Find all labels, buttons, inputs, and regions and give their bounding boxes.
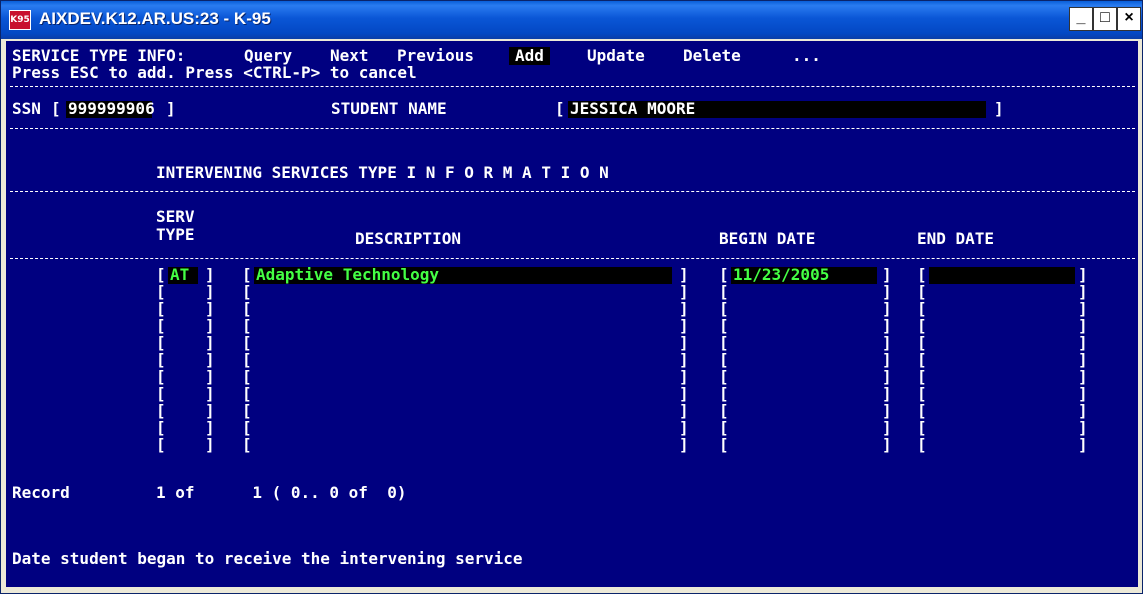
end-date-field[interactable] bbox=[929, 301, 1075, 318]
begin-date-field[interactable] bbox=[731, 284, 877, 301]
student-name-field[interactable]: JESSICA MOORE bbox=[568, 99, 986, 118]
end-date-field[interactable] bbox=[929, 386, 1075, 403]
menu-item-add[interactable]: Add bbox=[509, 47, 550, 65]
serv-type-field[interactable] bbox=[168, 352, 198, 369]
terminal-screen[interactable]: SERVICE TYPE INFO: Query Next Previous A… bbox=[6, 41, 1138, 587]
end-date-field[interactable] bbox=[929, 420, 1075, 437]
app-icon-label: K95 bbox=[10, 15, 30, 25]
serv-type-field[interactable] bbox=[168, 369, 198, 386]
description-field[interactable] bbox=[254, 369, 672, 386]
description-field[interactable] bbox=[254, 318, 672, 335]
description-field[interactable] bbox=[254, 301, 672, 318]
minimize-button[interactable]: _ bbox=[1069, 7, 1093, 31]
name-close-bracket: ] bbox=[994, 99, 1004, 118]
end-date-open-bracket: [ bbox=[917, 435, 927, 454]
description-field[interactable] bbox=[254, 335, 672, 352]
begin-date-field[interactable] bbox=[731, 352, 877, 369]
end-date-field[interactable] bbox=[929, 403, 1075, 420]
serv-type-close-bracket: ] bbox=[205, 435, 215, 454]
col-header-serv: SERV bbox=[156, 207, 195, 226]
end-date-field[interactable] bbox=[929, 284, 1075, 301]
begin-date-field[interactable]: 11/23/2005 bbox=[731, 265, 877, 284]
serv-type-field[interactable] bbox=[168, 437, 198, 454]
serv-type-field[interactable]: AT bbox=[168, 265, 198, 284]
separator-line bbox=[10, 258, 1135, 259]
end-date-field[interactable] bbox=[929, 335, 1075, 352]
menu-hint: Press ESC to add. Press <CTRL-P> to canc… bbox=[12, 63, 417, 82]
serv-type-field[interactable] bbox=[168, 420, 198, 437]
menu-item-more[interactable]: ... bbox=[792, 47, 821, 65]
title-bar[interactable]: K95 AIXDEV.K12.AR.US:23 - K-95 _ □ × bbox=[1, 1, 1142, 39]
section-title: INTERVENING SERVICES TYPE I N F O R M A … bbox=[156, 163, 609, 182]
begin-date-field[interactable] bbox=[731, 318, 877, 335]
name-open-bracket: [ bbox=[555, 99, 565, 118]
end-date-close-bracket: ] bbox=[1078, 435, 1088, 454]
col-header-end-date: END DATE bbox=[917, 229, 995, 248]
begin-date-field[interactable] bbox=[731, 386, 877, 403]
record-label: Record bbox=[12, 483, 70, 502]
menu-item-update[interactable]: Update bbox=[587, 47, 645, 65]
maximize-button[interactable]: □ bbox=[1093, 7, 1117, 31]
serv-type-field[interactable] bbox=[168, 301, 198, 318]
col-header-begin-date: BEGIN DATE bbox=[719, 229, 816, 248]
description-value: Adaptive Technology bbox=[256, 265, 440, 284]
begin-date-field[interactable] bbox=[731, 437, 877, 454]
begin-date-value: 11/23/2005 bbox=[733, 265, 830, 284]
description-field[interactable]: Adaptive Technology bbox=[254, 265, 672, 284]
k95-app-icon[interactable]: K95 bbox=[9, 10, 31, 30]
ssn-open-bracket: [ bbox=[51, 99, 61, 118]
end-date-field[interactable] bbox=[929, 369, 1075, 386]
description-field[interactable] bbox=[254, 420, 672, 437]
ssn-label: SSN bbox=[12, 99, 41, 118]
separator-line bbox=[10, 191, 1135, 192]
serv-type-field[interactable] bbox=[168, 284, 198, 301]
ssn-close-bracket: ] bbox=[166, 99, 176, 118]
ssn-field[interactable]: 999999906 bbox=[66, 99, 155, 118]
col-header-type: TYPE bbox=[156, 225, 195, 244]
description-field[interactable] bbox=[254, 437, 672, 454]
window-title: AIXDEV.K12.AR.US:23 - K-95 bbox=[39, 9, 271, 28]
status-message: Date student began to receive the interv… bbox=[12, 549, 523, 568]
serv-type-field[interactable] bbox=[168, 335, 198, 352]
close-button[interactable]: × bbox=[1117, 7, 1141, 31]
separator-line bbox=[10, 86, 1135, 87]
description-close-bracket: ] bbox=[679, 435, 689, 454]
begin-date-field[interactable] bbox=[731, 301, 877, 318]
ssn-value: 999999906 bbox=[68, 99, 155, 118]
record-count: 1 of 1 ( 0.. 0 of 0) bbox=[156, 483, 407, 502]
begin-date-field[interactable] bbox=[731, 335, 877, 352]
begin-date-field[interactable] bbox=[731, 420, 877, 437]
serv-type-field[interactable] bbox=[168, 318, 198, 335]
description-open-bracket: [ bbox=[242, 435, 252, 454]
col-header-description: DESCRIPTION bbox=[355, 229, 461, 248]
description-field[interactable] bbox=[254, 403, 672, 420]
student-name-label: STUDENT NAME bbox=[331, 99, 447, 118]
description-field[interactable] bbox=[254, 352, 672, 369]
begin-date-field[interactable] bbox=[731, 403, 877, 420]
separator-line bbox=[10, 128, 1135, 129]
serv-type-value: AT bbox=[170, 265, 190, 284]
terminal-window: K95 AIXDEV.K12.AR.US:23 - K-95 _ □ × SER… bbox=[0, 0, 1143, 594]
serv-type-field[interactable] bbox=[168, 386, 198, 403]
description-field[interactable] bbox=[254, 284, 672, 301]
begin-date-open-bracket: [ bbox=[719, 435, 729, 454]
end-date-field[interactable] bbox=[929, 318, 1075, 335]
end-date-field[interactable] bbox=[929, 267, 1075, 284]
end-date-field[interactable] bbox=[929, 352, 1075, 369]
serv-type-open-bracket: [ bbox=[156, 435, 166, 454]
student-name-value: JESSICA MOORE bbox=[570, 99, 696, 118]
begin-date-field[interactable] bbox=[731, 369, 877, 386]
serv-type-field[interactable] bbox=[168, 403, 198, 420]
menu-item-delete[interactable]: Delete bbox=[683, 47, 741, 65]
end-date-field[interactable] bbox=[929, 437, 1075, 454]
begin-date-close-bracket: ] bbox=[882, 435, 892, 454]
description-field[interactable] bbox=[254, 386, 672, 403]
